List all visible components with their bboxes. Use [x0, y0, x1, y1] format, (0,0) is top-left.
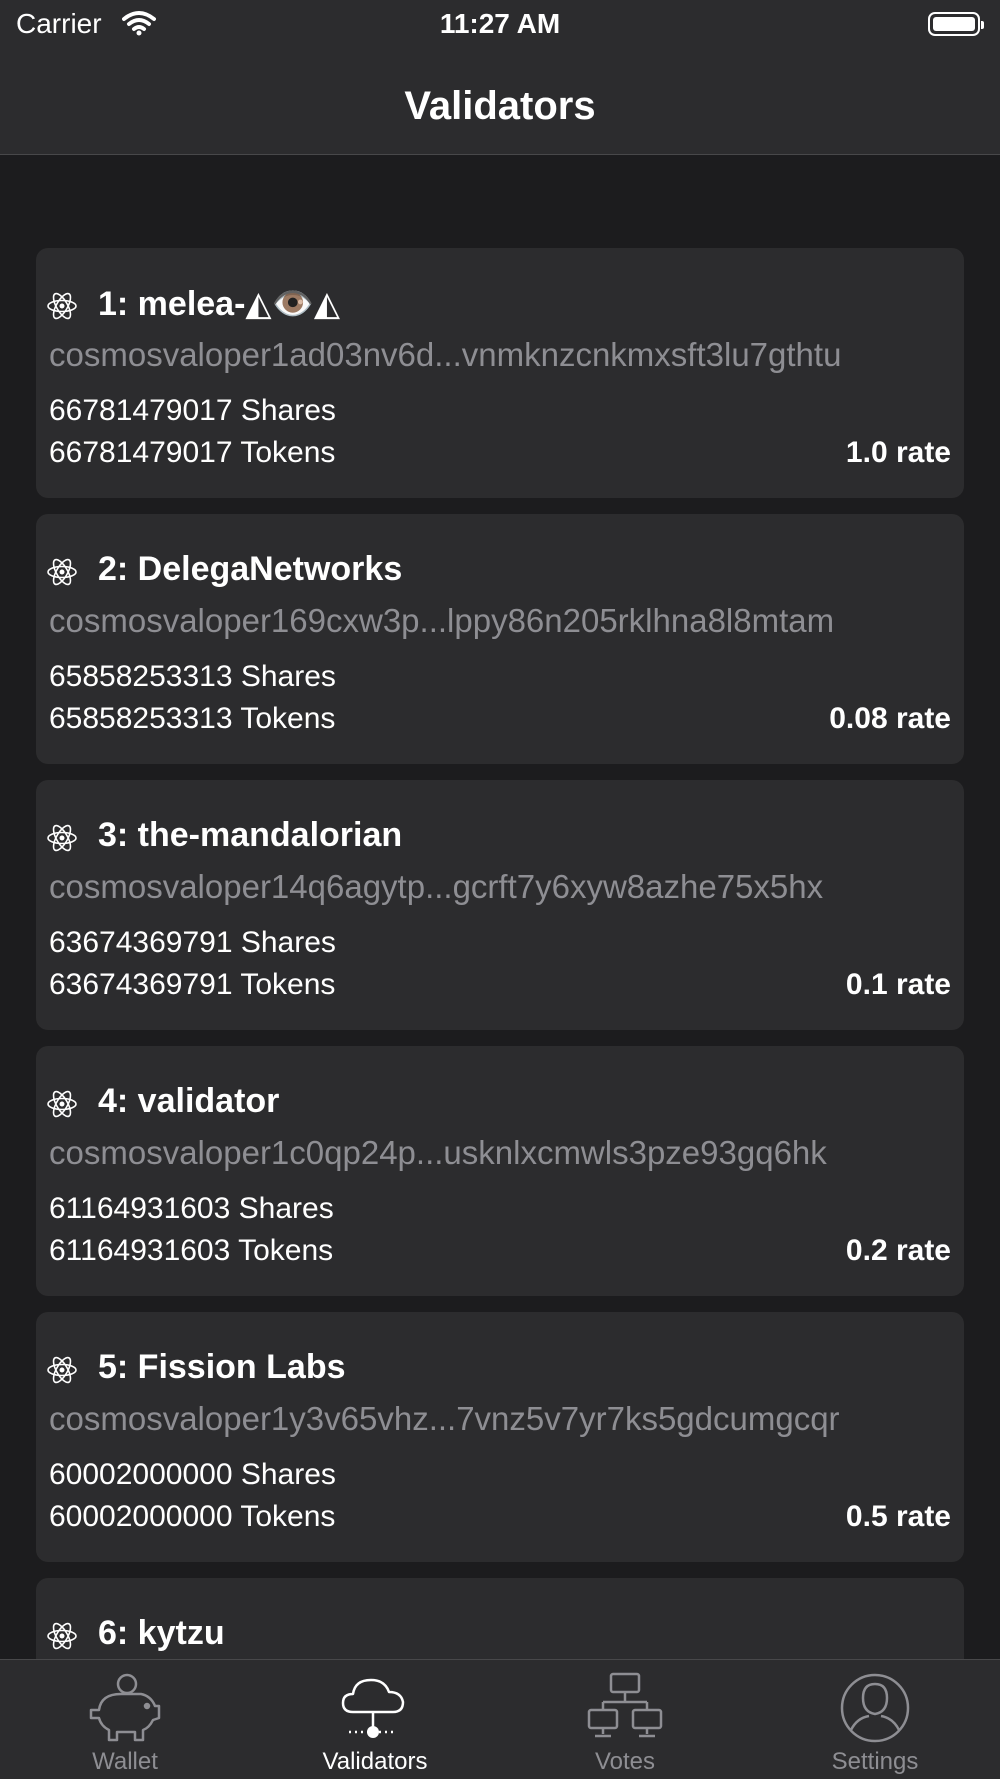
validator-rate: 0.1 rate	[845, 968, 951, 1001]
navigation-bar: Validators	[0, 50, 1000, 155]
tab-wallet[interactable]: Wallet	[0, 1660, 250, 1779]
atom-icon	[46, 1088, 78, 1120]
tab-settings[interactable]: Settings	[750, 1660, 1000, 1779]
validator-tokens: 66781479017 Tokens	[49, 436, 336, 469]
cloud-network-icon	[341, 1678, 405, 1738]
validator-tokens: 60002000000 Tokens	[49, 1500, 336, 1533]
validator-title: 2: DelegaNetworks	[98, 550, 403, 588]
tab-bar: Wallet Validators Votes Settings	[0, 1659, 1000, 1779]
battery-icon	[928, 12, 984, 36]
atom-icon	[46, 1354, 78, 1386]
validator-address: cosmosvaloper14q6agytp...gcrft7y6xyw8azh…	[49, 868, 824, 905]
validator-card[interactable]: 4: validator cosmosvaloper1c0qp24p...usk…	[36, 1046, 964, 1296]
validator-title: 6: kytzu	[98, 1614, 225, 1652]
validator-rate: 1.0 rate	[845, 436, 951, 469]
atom-icon	[46, 556, 78, 588]
validator-card[interactable]: 3: the-mandalorian cosmosvaloper14q6agyt…	[36, 780, 964, 1030]
validator-shares: 63674369791 Shares	[49, 926, 336, 959]
validator-title: 1: melea-◭👁️◭	[98, 285, 341, 323]
atom-icon	[46, 822, 78, 854]
page-title: Validators	[404, 84, 596, 128]
status-bar: Carrier 11:27 AM	[0, 0, 1000, 50]
validator-tokens: 63674369791 Tokens	[49, 968, 336, 1001]
user-circle-icon	[840, 1673, 910, 1743]
validator-tokens: 65858253313 Tokens	[49, 702, 336, 735]
validator-address: cosmosvaloper1y3v65vhz...7vnz5v7yr7ks5gd…	[49, 1400, 840, 1437]
validator-rate: 0.2 rate	[845, 1234, 951, 1267]
validator-shares: 66781479017 Shares	[49, 394, 336, 427]
validator-shares: 60002000000 Shares	[49, 1458, 336, 1491]
validator-address: cosmosvaloper1c0qp24p...usknlxcmwls3pze9…	[49, 1134, 827, 1171]
validator-card[interactable]: 2: DelegaNetworks cosmosvaloper169cxw3p.…	[36, 514, 964, 764]
tab-label: Votes	[594, 1748, 656, 1775]
tab-votes[interactable]: Votes	[500, 1660, 750, 1779]
piggy-bank-icon	[89, 1673, 161, 1742]
atom-icon	[46, 290, 78, 322]
tab-validators[interactable]: Validators	[250, 1660, 500, 1779]
validator-shares: 61164931603 Shares	[49, 1192, 334, 1225]
validator-rate: 0.08 rate	[829, 702, 951, 735]
validator-rate: 0.5 rate	[845, 1500, 951, 1533]
status-time: 11:27 AM	[439, 8, 561, 39]
validator-tokens: 61164931603 Tokens	[49, 1234, 334, 1267]
tab-label: Validators	[322, 1748, 428, 1775]
validator-title: 3: the-mandalorian	[98, 816, 403, 854]
validator-title: 4: validator	[98, 1082, 280, 1120]
validator-list[interactable]: 1: melea-◭👁️◭ cosmosvaloper1ad03nv6d...v…	[0, 155, 1000, 1659]
tab-label: Settings	[831, 1748, 919, 1775]
atom-icon	[46, 1620, 78, 1652]
validator-shares: 65858253313 Shares	[49, 660, 336, 693]
validator-address: cosmosvaloper169cxw3p...lppy86n205rklhna…	[49, 602, 835, 639]
validator-card[interactable]: 5: Fission Labs cosmosvaloper1y3v65vhz..…	[36, 1312, 964, 1562]
validator-card[interactable]: 1: melea-◭👁️◭ cosmosvaloper1ad03nv6d...v…	[36, 248, 964, 498]
validator-address: cosmosvaloper1ad03nv6d...vnmknzcnkmxsft3…	[49, 336, 842, 373]
tab-label: Wallet	[92, 1748, 158, 1775]
network-computers-icon	[587, 1672, 663, 1738]
validator-card[interactable]: 6: kytzu	[36, 1578, 964, 1659]
validator-title: 5: Fission Labs	[98, 1348, 346, 1386]
